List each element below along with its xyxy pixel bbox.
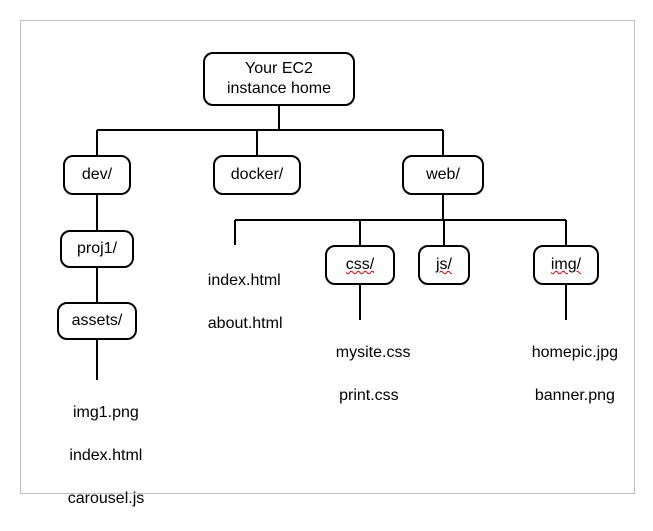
css-file1: mysite.css: [336, 344, 411, 361]
img-file2: banner.png: [535, 387, 615, 404]
assets-file2: index.html: [69, 447, 142, 464]
web-file2: about.html: [208, 315, 283, 332]
node-js: js/: [418, 245, 470, 285]
assets-files: img1.png index.html carousel.js: [50, 380, 144, 531]
web-label: web/: [426, 165, 460, 185]
node-assets: assets/: [57, 302, 137, 340]
web-files: index.html about.html: [190, 248, 280, 356]
node-docker: docker/: [213, 155, 301, 195]
node-dev: dev/: [63, 155, 131, 195]
assets-file1: img1.png: [73, 404, 139, 421]
css-file2: print.css: [339, 387, 399, 404]
node-img: img/: [533, 245, 599, 285]
img-file1: homepic.jpg: [532, 344, 618, 361]
css-files: mysite.css print.css: [318, 320, 402, 428]
dev-label: dev/: [82, 165, 112, 185]
js-label: js/: [436, 255, 452, 275]
assets-file3: carousel.js: [68, 490, 144, 507]
img-files: homepic.jpg banner.png: [513, 320, 619, 428]
node-proj1: proj1/: [60, 230, 134, 268]
css-label: css/: [346, 255, 374, 275]
assets-label: assets/: [72, 311, 123, 331]
img-label: img/: [551, 255, 581, 275]
node-web: web/: [402, 155, 484, 195]
docker-label: docker/: [231, 165, 283, 185]
web-file1: index.html: [208, 272, 281, 289]
root-line1: Your EC2: [245, 60, 313, 77]
node-css: css/: [325, 245, 395, 285]
root-line2: instance home: [227, 80, 331, 97]
proj1-label: proj1/: [77, 239, 117, 259]
node-root: Your EC2 instance home: [203, 52, 355, 106]
